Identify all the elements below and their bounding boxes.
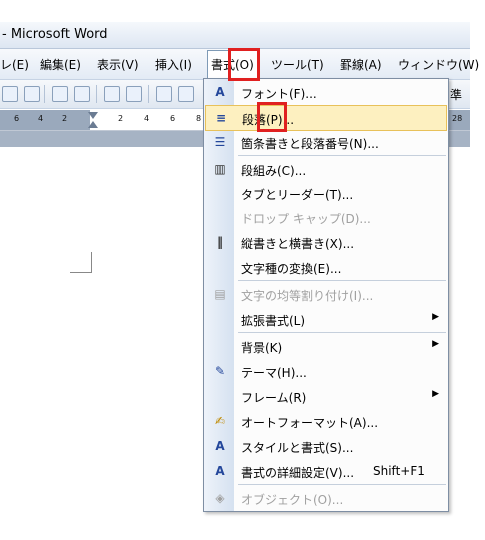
ruler-tick: 6 (14, 114, 20, 123)
ruler-tick: 8 (196, 114, 202, 123)
annotation-highlight-format-menu (228, 48, 260, 81)
columns-icon: ▥ (214, 162, 226, 176)
spelling-icon[interactable] (104, 86, 120, 102)
object-icon: ◈ (215, 491, 225, 505)
menu-item-label: オートフォーマット(A)... (241, 416, 379, 430)
menu-window[interactable]: ウィンドウ(W) (398, 56, 479, 73)
menu-item-label: ドロップ キャップ(D)... (241, 212, 371, 226)
format-menu-dropdown: A フォント(F)... ≡ 段落(P)... ☰ 箇条書きと段落番号(N)..… (203, 78, 449, 512)
menu-item-reveal-formatting[interactable]: A 書式の詳細設定(V)... Shift+F1 (205, 459, 447, 483)
ruler-tick: 4 (38, 114, 44, 123)
styles-icon: A (215, 439, 225, 453)
menu-item-label: 縦書きと横書き(X)... (241, 237, 355, 251)
text-boundary-corner (70, 252, 92, 273)
menu-item-background[interactable]: 背景(K) ▶ (205, 334, 447, 358)
ruler-tick: 2 (118, 114, 124, 123)
menu-insert[interactable]: 挿入(I) (155, 56, 192, 73)
save-icon[interactable] (2, 86, 18, 102)
menu-item-label: フレーム(R) (241, 391, 307, 405)
menu-item-distribute[interactable]: ▤ 文字の均等割り付け(I)... (205, 282, 447, 306)
menu-item-label: 書式の詳細設定(V)... (241, 466, 355, 480)
menu-item-styles[interactable]: A スタイルと書式(S)... (205, 434, 447, 458)
menu-item-asian-layout[interactable]: 拡張書式(L) ▶ (205, 307, 447, 331)
text-direction-icon: ‖ (217, 235, 223, 249)
menu-item-autoformat[interactable]: ✍ オートフォーマット(A)... (205, 409, 447, 433)
annotation-highlight-paragraph (257, 102, 287, 132)
menu-item-paragraph[interactable]: ≡ 段落(P)... (205, 105, 447, 131)
menu-tools[interactable]: ツール(T) (271, 56, 324, 73)
submenu-arrow-icon: ▶ (432, 312, 439, 322)
window-title: - Microsoft Word (2, 27, 108, 42)
paste-icon[interactable] (178, 86, 194, 102)
copy-icon[interactable] (156, 86, 172, 102)
research-icon[interactable] (126, 86, 142, 102)
menu-item-change-case[interactable]: 文字種の変換(E)... (205, 255, 447, 279)
menu-item-tabs[interactable]: タブとリーダー(T)... (205, 181, 447, 205)
ruler-tick: 28 (452, 114, 463, 123)
menu-item-label: 背景(K) (241, 341, 283, 355)
menu-item-columns[interactable]: ▥ 段組み(C)... (205, 157, 447, 181)
menu-item-frames[interactable]: フレーム(R) ▶ (205, 384, 447, 408)
menu-table[interactable]: 罫線(A) (340, 56, 382, 73)
menu-separator (238, 484, 446, 485)
print-icon[interactable] (52, 86, 68, 102)
ruler-tick: 4 (144, 114, 150, 123)
first-line-indent-marker[interactable] (88, 112, 98, 119)
menu-item-drop-cap[interactable]: ドロップ キャップ(D)... (205, 205, 447, 229)
submenu-arrow-icon: ▶ (432, 339, 439, 349)
menu-item-label: テーマ(H)... (241, 366, 307, 380)
menu-view[interactable]: 表示(V) (97, 56, 139, 73)
hanging-indent-marker[interactable] (88, 121, 98, 128)
toolbar-separator (96, 85, 97, 103)
distribute-icon: ▤ (214, 287, 226, 301)
menu-item-font[interactable]: A フォント(F)... (205, 80, 447, 104)
menu-item-label: タブとリーダー(T)... (241, 188, 354, 202)
menu-edit-partial[interactable]: レ(E) (0, 56, 29, 73)
menu-item-label: スタイルと書式(S)... (241, 441, 354, 455)
menu-item-bullets[interactable]: ☰ 箇条書きと段落番号(N)... (205, 130, 447, 154)
ruler-tick: 6 (170, 114, 176, 123)
menu-separator (238, 332, 446, 333)
menu-item-label: 文字の均等割り付け(I)... (241, 289, 374, 303)
menu-edit[interactable]: 編集(E) (40, 56, 81, 73)
toolbar-separator (148, 85, 149, 103)
title-bar: - Microsoft Word (0, 22, 470, 49)
menu-item-label: 箇条書きと段落番号(N)... (241, 137, 379, 151)
menu-separator (238, 280, 446, 281)
menu-item-text-direction[interactable]: ‖ 縦書きと横書き(X)... (205, 230, 447, 254)
reveal-formatting-icon: A (215, 464, 225, 478)
menu-item-label: 段組み(C)... (241, 164, 307, 178)
permission-icon[interactable] (24, 86, 40, 102)
submenu-arrow-icon: ▶ (432, 389, 439, 399)
menu-item-shortcut: Shift+F1 (373, 464, 425, 478)
toolbar-style-box-partial[interactable]: 準 (450, 86, 462, 103)
paragraph-icon: ≡ (215, 111, 227, 125)
menu-item-label: 文字種の変換(E)... (241, 262, 342, 276)
theme-icon: ✎ (214, 364, 226, 378)
menu-separator (238, 155, 446, 156)
menu-item-label: オブジェクト(O)... (241, 493, 344, 507)
menu-item-theme[interactable]: ✎ テーマ(H)... (205, 359, 447, 383)
print-preview-icon[interactable] (74, 86, 90, 102)
autoformat-icon: ✍ (214, 414, 226, 428)
menu-item-label: フォント(F)... (241, 87, 317, 101)
menu-item-label: 拡張書式(L) (241, 314, 306, 328)
toolbar-separator (44, 85, 45, 103)
ruler-tick: 2 (62, 114, 68, 123)
bullets-icon: ☰ (214, 135, 226, 149)
menu-item-object[interactable]: ◈ オブジェクト(O)... (205, 486, 447, 510)
font-icon: A (215, 85, 225, 99)
